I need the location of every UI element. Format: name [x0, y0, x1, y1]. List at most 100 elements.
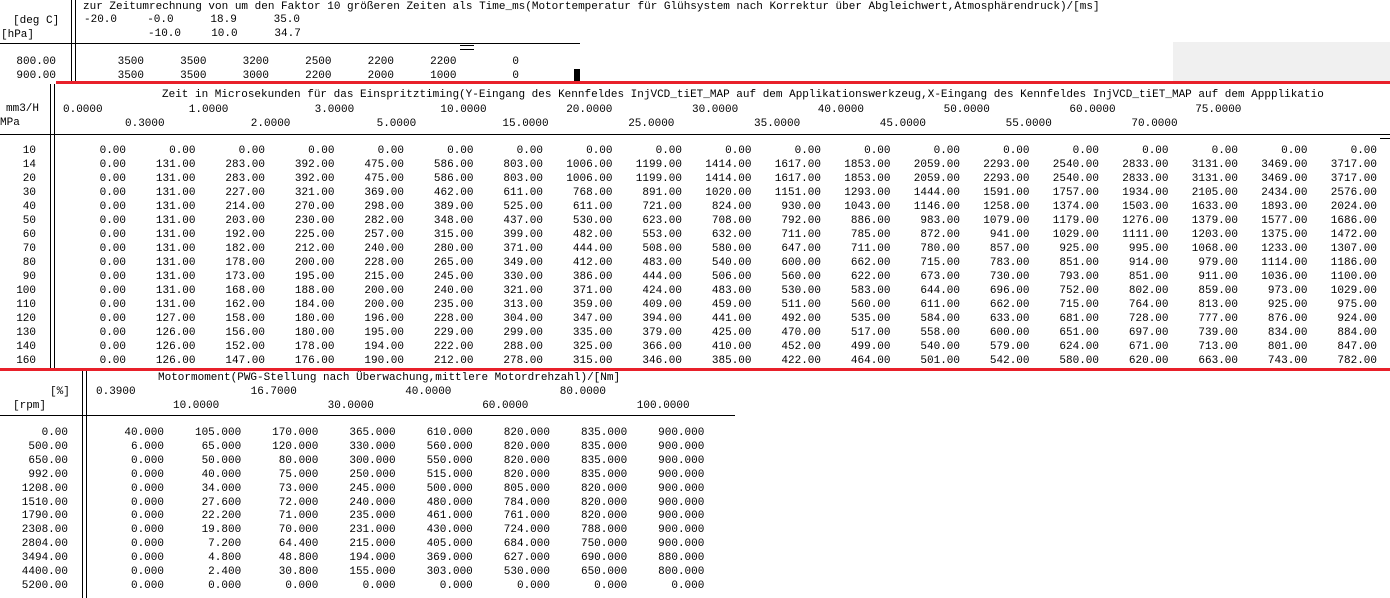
map-cell: 394.00	[642, 313, 682, 325]
map-cell: 900.000	[658, 482, 705, 495]
map-cell: 0.000	[130, 454, 164, 467]
y-axis-value: 20	[22, 173, 36, 185]
map-cell: 0.000	[362, 579, 396, 592]
map-cell: 3717.00	[1330, 159, 1377, 171]
map-cell: 662.00	[989, 299, 1030, 311]
map-cell: 240.00	[364, 243, 404, 255]
axis-divider	[75, 0, 76, 84]
map-cell: 650.000	[580, 566, 628, 578]
map-cell: 1036.00	[1261, 271, 1308, 283]
map-cell: 1414.00	[705, 159, 752, 171]
map-cell: 820.000	[580, 496, 628, 509]
map-cell: 681.00	[1059, 313, 1099, 325]
map-cell: 0.00	[516, 145, 543, 157]
map-cell: 2024.00	[1330, 201, 1377, 213]
map-cell: 441.00	[711, 313, 752, 325]
map-cell: 162.00	[225, 299, 265, 311]
map-cell: 540.00	[920, 341, 960, 353]
map-cell: 801.00	[1267, 341, 1308, 353]
axis-divider	[50, 84, 51, 370]
column-marker	[460, 45, 474, 50]
map-cell: 0.00	[655, 145, 682, 157]
map-cell: 0.00	[1281, 145, 1308, 157]
map-cell: 553.00	[642, 229, 682, 241]
map-cell: 3131.00	[1191, 173, 1238, 185]
y-axis-value: 1510.00	[21, 496, 68, 509]
map-cell: 2540.00	[1052, 159, 1099, 171]
map-cell: 627.000	[503, 552, 550, 565]
map-cell: 535.00	[850, 313, 891, 325]
map-cell: 610.000	[426, 427, 473, 439]
y-axis-value: 10	[22, 145, 36, 157]
map-cell: 214.00	[225, 201, 265, 213]
x-axis-value: 35.0000	[754, 118, 801, 130]
map-cell: 227.00	[225, 187, 265, 199]
map-cell: 835.000	[580, 440, 628, 453]
map-cell: 739.00	[1198, 327, 1238, 339]
map-cell: 229.00	[433, 327, 474, 339]
map-cell: 222.00	[433, 341, 474, 353]
map-cell: 900.000	[658, 510, 705, 523]
map-cell: 64.400	[278, 538, 319, 551]
map-cell: 983.00	[920, 215, 960, 227]
map-cell: 475.00	[364, 159, 404, 171]
map-cell: 1146.00	[913, 201, 960, 213]
map-cell: 975.00	[1337, 299, 1377, 311]
map-cell: 7.200	[208, 538, 242, 551]
map-cell: 131.00	[155, 243, 196, 255]
map-cell: 235.000	[349, 510, 396, 523]
map-cell: 835.000	[580, 427, 628, 439]
map-cell: 2500	[305, 56, 332, 68]
map-cell: 278.00	[503, 355, 543, 367]
map-cell: 0.00	[99, 341, 126, 353]
map-cell: 422.00	[781, 355, 821, 367]
map-cell: 0.00	[377, 145, 404, 157]
map-cell: 558.00	[920, 327, 960, 339]
map-cell: 1006.00	[566, 173, 613, 185]
map-cell: 131.00	[155, 257, 196, 269]
map-cell: 270.00	[294, 201, 335, 213]
map-cell: 184.00	[294, 299, 335, 311]
map-cell: 0	[512, 56, 519, 68]
map-cell: 225.00	[294, 229, 335, 241]
map-cell: 158.00	[225, 313, 265, 325]
map-cell: 283.00	[225, 159, 265, 171]
x-axis-value: 50.0000	[943, 104, 990, 116]
map-cell: 715.00	[920, 257, 960, 269]
map-cell: 462.00	[433, 187, 474, 199]
map-cell: 0.00	[1003, 145, 1030, 157]
map-cell: 70.000	[278, 524, 319, 537]
map-cell: 813.00	[1198, 299, 1238, 311]
map-cell: 330.00	[503, 271, 543, 283]
map-cell: 405.000	[426, 538, 473, 551]
map-cell: 1114.00	[1261, 257, 1308, 269]
map-cell: 651.00	[1059, 327, 1099, 339]
map-cell: 644.00	[920, 285, 960, 297]
map-cell: 196.00	[364, 313, 404, 325]
map-cell: 542.00	[989, 355, 1030, 367]
map-cell: 560.000	[426, 440, 473, 453]
map-cell: 579.00	[989, 341, 1030, 353]
map-cell: 80.000	[278, 454, 319, 467]
map-cell: 900.000	[658, 468, 705, 481]
map-cell: 65.000	[201, 440, 242, 453]
map-cell: 1151.00	[774, 187, 821, 199]
map-cell: 580.00	[1059, 355, 1099, 367]
map-cell: 1006.00	[566, 159, 613, 171]
map-cell: 195.00	[294, 271, 335, 283]
map-cell: 580.00	[711, 243, 752, 255]
map-cell: 168.00	[225, 285, 265, 297]
map-cell: 761.000	[503, 510, 550, 523]
map-cell: 173.00	[225, 271, 265, 283]
map-cell: 711.00	[850, 243, 891, 255]
map-cell: 300.000	[349, 454, 396, 467]
column-marker	[1380, 134, 1390, 139]
map-cell: 884.00	[1337, 327, 1377, 339]
map-cell: 389.00	[433, 201, 474, 213]
x-axis-value: 10.0	[211, 28, 238, 40]
map-cell: 0.00	[99, 327, 126, 339]
map-cell: 1079.00	[983, 215, 1030, 227]
map-cell: 50.000	[201, 454, 242, 467]
map-cell: 930.00	[781, 201, 821, 213]
map-cell: 820.000	[503, 468, 550, 481]
